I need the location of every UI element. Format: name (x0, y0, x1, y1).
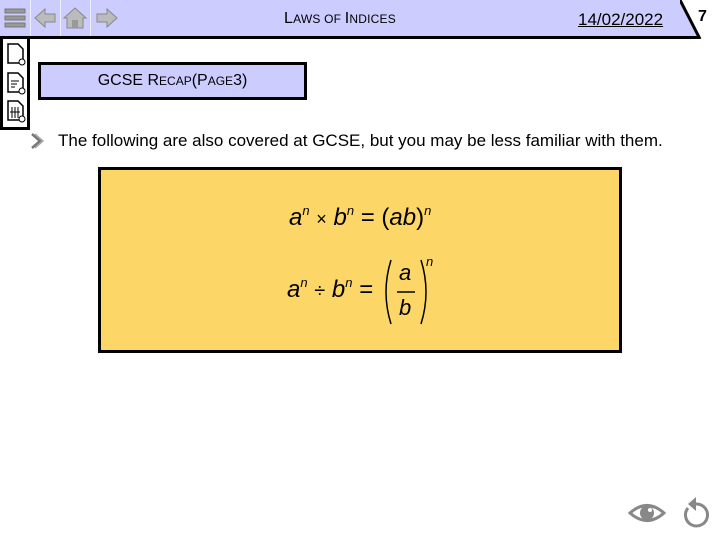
forward-arrow-icon (96, 7, 118, 29)
menu-button[interactable] (0, 0, 31, 36)
formula-box: an × bn = (ab)n an ÷ bn = a b n (98, 167, 622, 353)
blank-document-icon[interactable] (6, 42, 26, 66)
date-label: 14/02/2022 (578, 10, 664, 29)
home-icon (62, 7, 88, 29)
forward-button[interactable] (92, 0, 122, 36)
reset-icon[interactable] (676, 496, 714, 530)
page-title: LAWS OF INDICES (284, 10, 396, 27)
section-heading: GCSE R ECAP (P AGE 3) (38, 62, 307, 100)
back-button[interactable] (30, 0, 61, 36)
menu-icon (4, 8, 26, 28)
home-button[interactable] (60, 0, 91, 36)
fraction-exponent: n (426, 254, 434, 269)
eye-icon[interactable] (628, 496, 666, 530)
fraction-denominator: b (399, 295, 412, 320)
formula-quotient: an ÷ bn = (287, 275, 374, 303)
grid-document-icon[interactable] (6, 99, 26, 123)
chevron-bullet-icon (31, 133, 44, 149)
sidebar (0, 39, 30, 130)
text-document-icon[interactable] (6, 71, 26, 95)
top-bar: LAWS OF INDICES 14/02/2022 (0, 0, 700, 39)
back-arrow-icon (34, 7, 56, 29)
fraction-numerator: a (399, 260, 412, 285)
body-text: The following are also covered at GCSE, … (58, 131, 663, 150)
formula-product: an × bn = (ab)n (289, 203, 432, 231)
page-number: 7 (698, 8, 707, 25)
